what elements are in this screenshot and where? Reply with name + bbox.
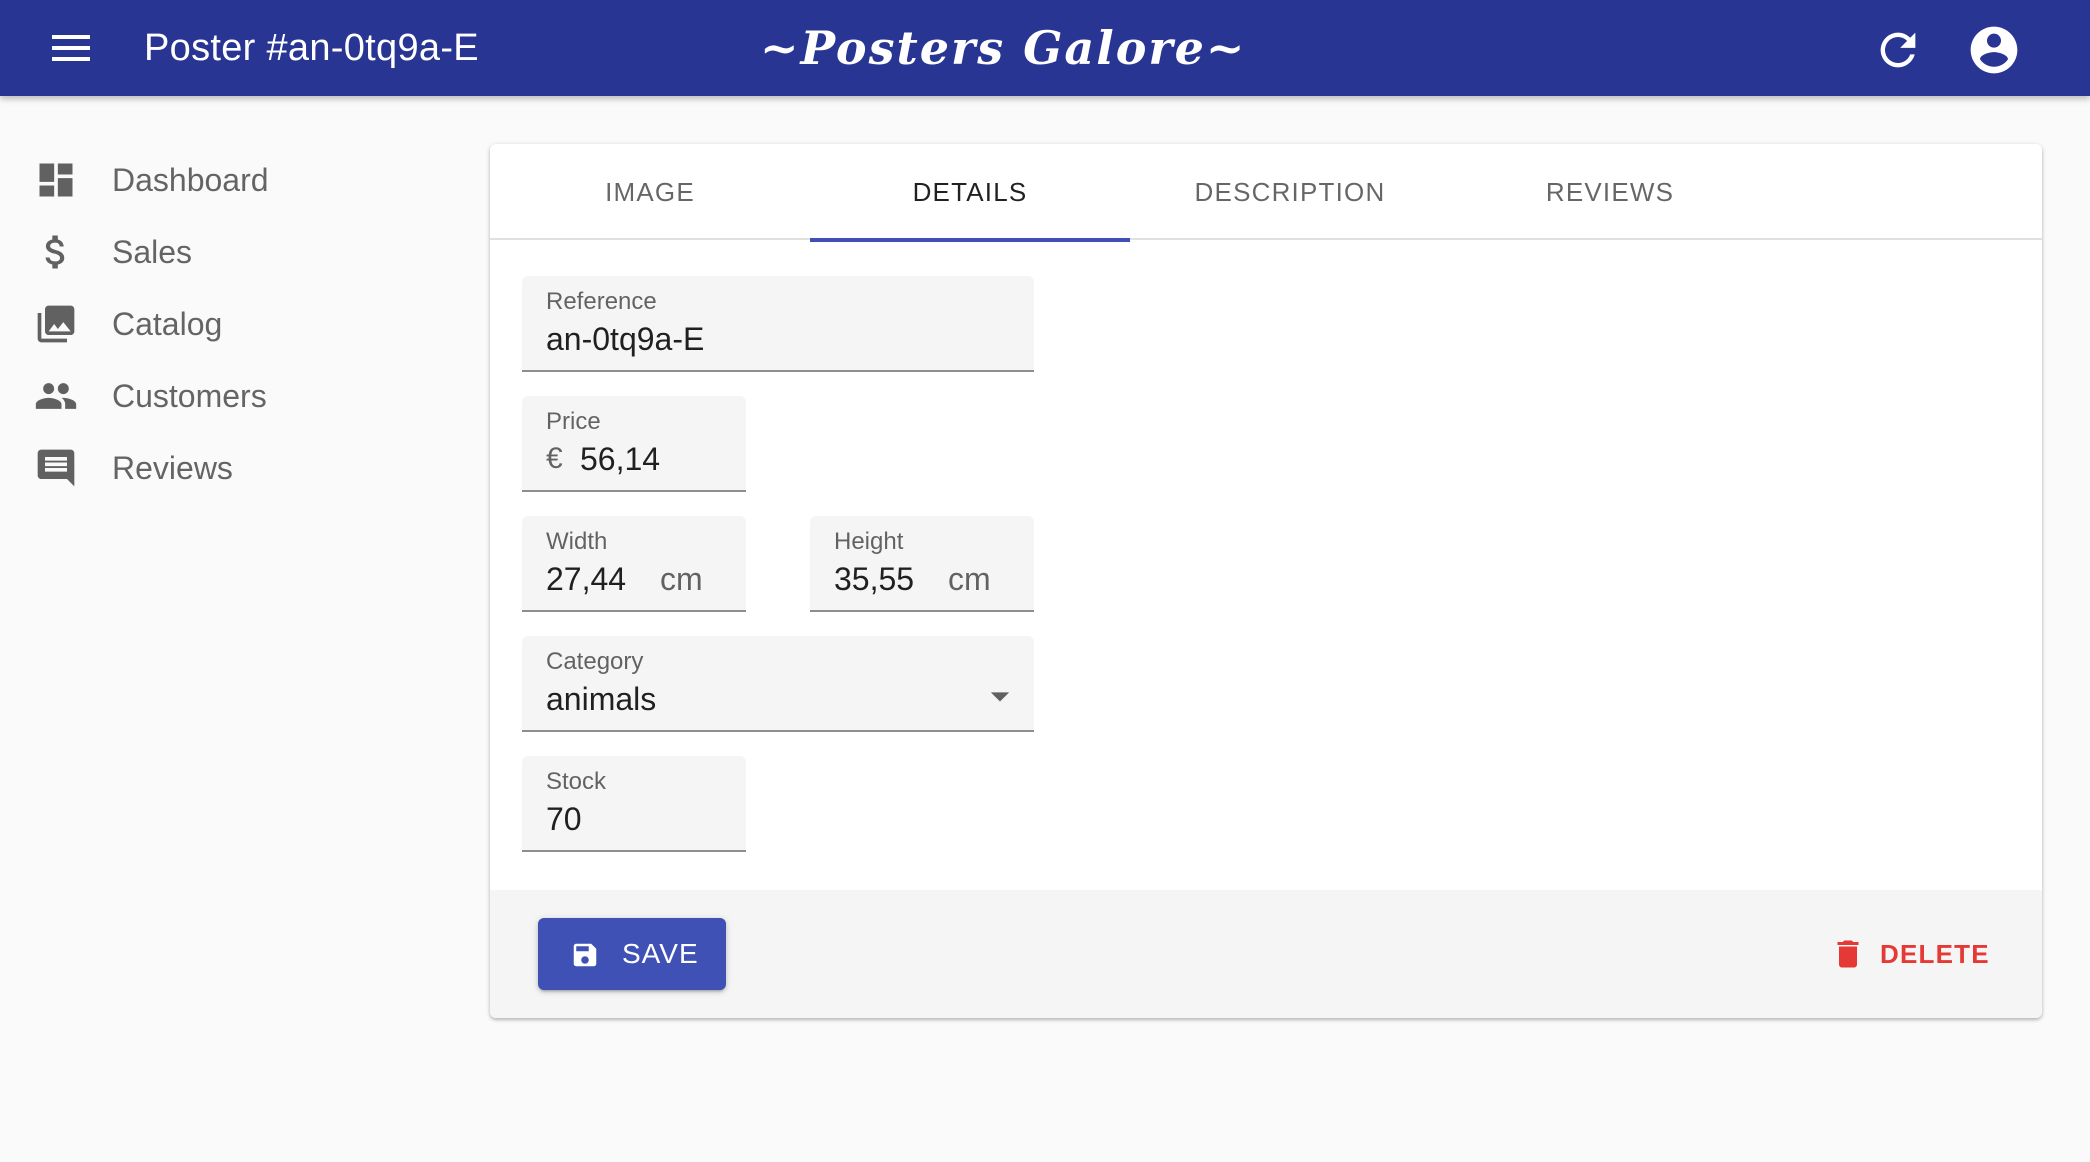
stock-value[interactable]: 70 [546,798,582,840]
page-title: Poster #an-0tq9a-E [144,27,479,69]
save-icon [570,940,600,970]
euro-prefix: € [546,442,563,475]
sidebar-item-label: Reviews [112,450,233,486]
sidebar: Dashboard Sales Catalog Customers Review… [0,140,460,500]
height-field[interactable]: Height 35,55 cm [810,516,1034,612]
brand-logo: ~Posters Galore~ [760,21,1247,75]
sidebar-item-customers[interactable]: Customers [0,356,460,428]
tab-bar: IMAGE DETAILS DESCRIPTION REVIEWS [490,144,2042,242]
sidebar-item-label: Sales [112,234,193,270]
dropdown-arrow-icon[interactable] [978,674,1022,718]
save-label: SAVE [622,938,699,969]
delete-label: DELETE [1880,939,1990,969]
tab-image[interactable]: IMAGE [490,144,810,240]
sidebar-item-catalog[interactable]: Catalog [0,284,460,356]
edit-card: IMAGE DETAILS DESCRIPTION REVIEWS Refere… [490,144,2042,1018]
sidebar-item-label: Catalog [112,306,223,342]
photo-library-icon [34,302,78,346]
price-field[interactable]: Price € 56,14 [522,396,746,492]
category-select[interactable]: Category animals [522,636,1034,732]
tab-details[interactable]: DETAILS [810,144,1130,242]
sidebar-item-label: Dashboard [112,162,269,198]
trash-icon [1830,936,1866,972]
width-value[interactable]: 27,44 [546,558,626,600]
height-value[interactable]: 35,55 [834,558,914,600]
category-label: Category [546,648,644,675]
delete-button[interactable]: DELETE [1826,930,2006,982]
dashboard-icon [34,158,78,202]
width-field[interactable]: Width 27,44 cm [522,516,746,612]
category-value: animals [546,681,657,717]
tab-description[interactable]: DESCRIPTION [1130,144,1450,240]
account-circle-icon[interactable] [1966,22,2022,78]
height-unit: cm [948,561,991,597]
width-label: Width [546,528,608,555]
width-unit: cm [660,561,703,597]
reference-value[interactable]: an-0tq9a-E [546,318,704,360]
people-icon [34,374,78,418]
menu-icon[interactable] [40,24,104,72]
sidebar-item-label: Customers [112,378,267,414]
stock-label: Stock [546,768,607,795]
refresh-icon[interactable] [1872,24,1924,76]
price-label: Price [546,408,601,435]
reference-field[interactable]: Reference an-0tq9a-E [522,276,1034,372]
comment-icon [34,446,78,490]
stock-field[interactable]: Stock 70 [522,756,746,852]
height-label: Height [834,528,904,555]
save-button[interactable]: SAVE [538,918,726,990]
price-value[interactable]: 56,14 [580,438,660,480]
reference-label: Reference [546,288,657,315]
tab-reviews[interactable]: REVIEWS [1450,144,1770,240]
sidebar-item-reviews[interactable]: Reviews [0,428,460,500]
dollar-icon [34,230,78,274]
app-bar: Poster #an-0tq9a-E ~Posters Galore~ [0,0,2090,96]
sidebar-item-sales[interactable]: Sales [0,212,460,284]
form-toolbar: SAVE DELETE [490,890,2042,1018]
sidebar-item-dashboard[interactable]: Dashboard [0,140,460,212]
